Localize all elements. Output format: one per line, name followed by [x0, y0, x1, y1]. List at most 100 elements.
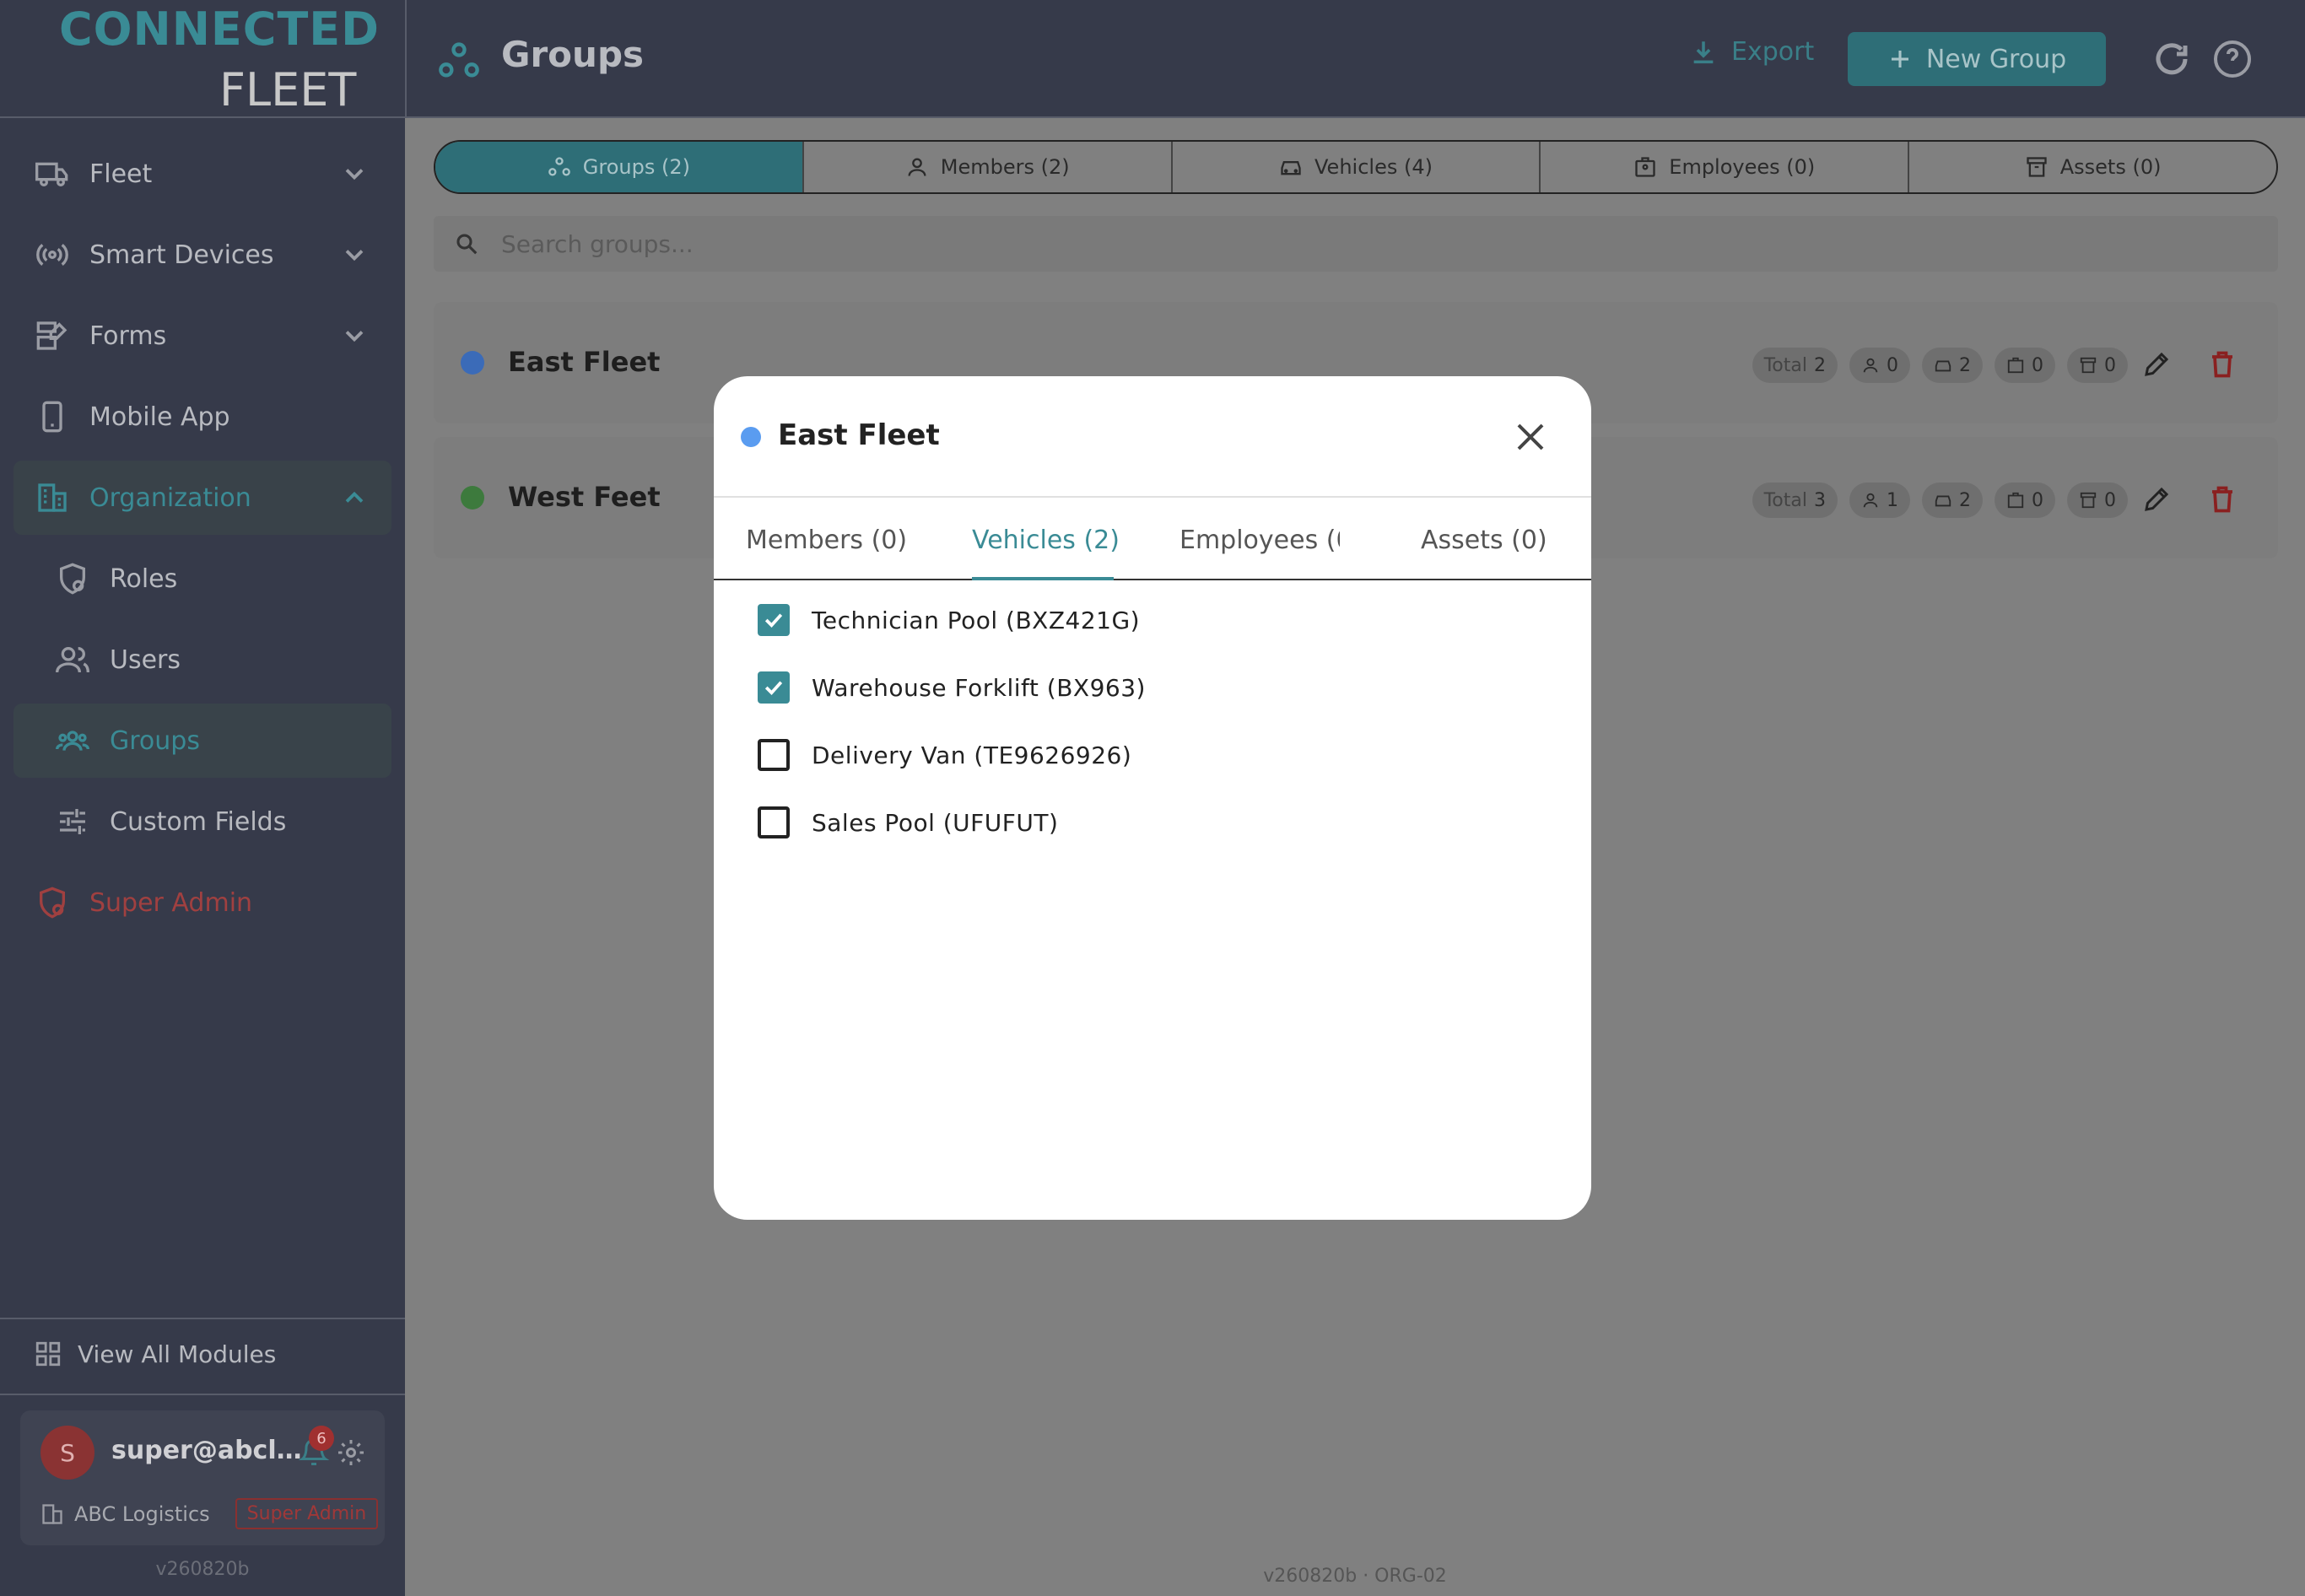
sidebar-item-fleet[interactable]: Fleet [13, 137, 391, 211]
car-icon [1935, 495, 1951, 507]
archive-icon [2080, 357, 2097, 374]
sidebar-item-groups[interactable]: Groups [13, 704, 391, 778]
sidebar-item-label: Super Admin [89, 887, 253, 918]
refresh-icon[interactable] [2151, 39, 2192, 79]
logo-bottom-text: FLEET [219, 63, 357, 116]
pencil-icon[interactable] [2141, 484, 2172, 515]
sidebar-item-label: Organization [89, 483, 251, 513]
badge-icon [1635, 157, 1655, 177]
sidebar-item-smart-devices[interactable]: Smart Devices [13, 218, 391, 292]
chevron-down-icon [345, 250, 364, 262]
assets-pill: 0 [2067, 483, 2128, 518]
tab-vehicles[interactable]: Vehicles (4) [1173, 142, 1541, 192]
top-header: Groups Export New Group [405, 0, 2305, 118]
modal-tab-employees[interactable]: Employees (0) [1179, 499, 1340, 580]
group-color-dot [741, 427, 761, 447]
sidebar-item-label: Smart Devices [89, 240, 274, 270]
sidebar-divider [0, 1318, 405, 1319]
vehicles-pill: 2 [1922, 348, 1983, 383]
checkbox-unchecked[interactable] [758, 739, 790, 771]
vehicle-checkbox-row[interactable]: Sales Pool (UFUFUT) [758, 806, 1058, 838]
sidebar-version: v260820b [155, 1559, 250, 1580]
group-name: East Fleet [508, 346, 661, 378]
notification-badge: 6 [309, 1426, 334, 1451]
sidebar-item-super-admin[interactable]: Super Admin [13, 865, 391, 940]
search-bar[interactable]: Search groups... [434, 216, 2278, 272]
modal-tab-assets[interactable]: Assets (0) [1421, 499, 1547, 580]
badge-icon [2007, 357, 2024, 374]
person-icon [908, 158, 926, 176]
sidebar-item-label: Mobile App [89, 402, 230, 432]
vehicle-checkbox-row[interactable]: Delivery Van (TE9626926) [758, 739, 1131, 771]
close-icon[interactable] [1510, 417, 1551, 457]
pill-label: Total [1763, 354, 1807, 376]
tab-label: Members (2) [940, 155, 1070, 179]
pill-value: 0 [2104, 489, 2116, 511]
chevron-up-icon [345, 491, 364, 503]
help-icon[interactable] [2212, 39, 2253, 79]
badge-icon [2007, 492, 2024, 509]
gear-icon[interactable] [336, 1437, 366, 1468]
pill-value: 0 [1887, 354, 1898, 376]
logo-top-text: CONNECTED [59, 3, 380, 56]
plus-icon [1891, 51, 1908, 67]
vehicle-checkbox-row[interactable]: Warehouse Forklift (BX963) [758, 671, 1146, 704]
new-group-button[interactable]: New Group [1848, 32, 2106, 86]
tab-groups[interactable]: Groups (2) [435, 142, 804, 192]
view-all-modules-link[interactable]: View All Modules [34, 1340, 276, 1368]
view-all-label: View All Modules [78, 1340, 277, 1368]
chevron-down-icon [345, 331, 364, 342]
assets-pill: 0 [2067, 348, 2128, 383]
tab-employees[interactable]: Employees (0) [1541, 142, 1910, 192]
sidebar-item-label: Users [110, 644, 181, 675]
sidebar-item-label: Forms [89, 321, 167, 351]
trash-icon[interactable] [2207, 349, 2238, 380]
sidebar-item-users[interactable]: Users [13, 623, 391, 697]
export-label: Export [1731, 37, 1815, 67]
checkbox-unchecked[interactable] [758, 806, 790, 838]
sidebar-item-roles[interactable]: Roles [13, 542, 391, 616]
checkbox-checked[interactable] [758, 671, 790, 704]
role-badge: Super Admin [235, 1498, 379, 1529]
vehicle-checkbox-row[interactable]: Technician Pool (BXZ421G) [758, 604, 1140, 636]
pill-value: 2 [1959, 489, 1971, 511]
active-tab-indicator [972, 577, 1114, 580]
download-icon [1693, 40, 1714, 63]
car-icon [1281, 161, 1301, 175]
tab-members[interactable]: Members (2) [804, 142, 1173, 192]
search-input[interactable]: Search groups... [501, 230, 694, 258]
sidebar-item-label: Custom Fields [110, 806, 287, 837]
avatar[interactable]: S [40, 1426, 94, 1480]
employees-pill: 0 [1995, 483, 2055, 518]
modal-tab-vehicles[interactable]: Vehicles (2) [972, 499, 1120, 580]
total-pill: Total 2 [1752, 348, 1838, 383]
sidebar-item-forms[interactable]: Forms [13, 299, 391, 373]
logo: CONNECTED FLEET [0, 0, 405, 118]
sidebar-item-organization[interactable]: Organization [13, 461, 391, 535]
modal-title: East Fleet [778, 418, 940, 452]
export-button[interactable]: Export [1689, 37, 1814, 67]
user-email: super@abclogistics.com [111, 1436, 314, 1465]
pencil-icon[interactable] [2141, 349, 2172, 380]
org-row: ABC Logistics Super Admin [40, 1498, 379, 1529]
modal-tab-members[interactable]: Members (0) [746, 499, 907, 580]
person-icon [1863, 358, 1878, 373]
vehicle-label: Delivery Van (TE9626926) [812, 741, 1132, 769]
sidebar-divider [0, 1394, 405, 1395]
modal-header: East Fleet [714, 376, 1591, 498]
group-stats: Total 3 1 2 0 0 [1741, 483, 2128, 518]
checkbox-checked[interactable] [758, 604, 790, 636]
group-stats: Total 2 0 2 0 0 [1741, 348, 2128, 383]
group-color-dot [461, 351, 484, 375]
truck-icon [32, 154, 73, 194]
sidebar-item-custom-fields[interactable]: Custom Fields [13, 785, 391, 859]
user-card: S super@abclogistics.com 6 ABC Logistics… [20, 1410, 385, 1545]
sliders-icon [52, 801, 93, 842]
sidebar-item-mobile-app[interactable]: Mobile App [13, 380, 391, 454]
trash-icon[interactable] [2207, 484, 2238, 515]
vehicles-pill: 2 [1922, 483, 1983, 518]
admin-shield-icon [32, 882, 73, 923]
pill-value: 0 [2032, 354, 2043, 376]
broadcast-icon [32, 235, 73, 275]
tab-assets[interactable]: Assets (0) [1909, 142, 2276, 192]
